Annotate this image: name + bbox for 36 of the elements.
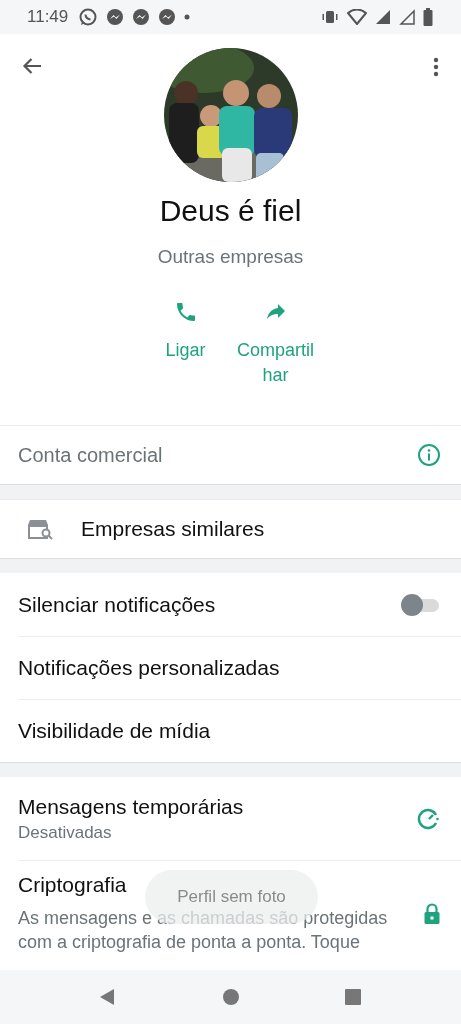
back-icon[interactable] [22, 57, 42, 75]
disappearing-messages-row[interactable]: Mensagens temporárias Desativadas [0, 777, 461, 860]
similar-businesses-label: Empresas similares [81, 517, 265, 541]
home-nav-icon[interactable] [221, 988, 240, 1006]
lock-icon [423, 902, 441, 925]
store-search-icon [27, 518, 53, 540]
disappearing-messages-title: Mensagens temporárias [18, 794, 244, 819]
settings-item[interactable]: Notificações personalizadas [18, 636, 461, 699]
mute-switch[interactable] [401, 593, 441, 616]
business-category: Outras empresas [157, 246, 304, 268]
messenger-icon [132, 8, 151, 26]
battery-icon [423, 8, 433, 26]
contact-name: Deus é fiel [159, 194, 302, 228]
vibrate-icon [321, 10, 339, 24]
back-nav-icon[interactable] [98, 988, 116, 1006]
signal-icon [375, 9, 391, 25]
info-icon[interactable] [417, 443, 441, 467]
business-account-label: Conta comercial [18, 443, 163, 467]
more-options-icon[interactable] [433, 57, 439, 77]
settings-label: Visibilidade de mídia [18, 719, 211, 743]
whatsapp-icon [78, 7, 99, 27]
timer-icon [417, 806, 441, 831]
settings-label: Silenciar notificações [18, 592, 216, 617]
similar-businesses-row[interactable]: Empresas similares [0, 499, 461, 559]
wifi-icon [347, 9, 367, 25]
status-time: 11:49 [27, 7, 69, 27]
business-account-row[interactable]: Conta comercial [0, 425, 461, 485]
settings-item[interactable]: Visibilidade de mídia [18, 699, 461, 762]
signal-icon [399, 9, 415, 25]
messenger-icon [106, 8, 125, 26]
settings-item[interactable]: Silenciar notificações [0, 573, 461, 636]
encryption-title: Criptografia [18, 873, 127, 897]
messenger-icon [158, 8, 177, 26]
disappearing-messages-status: Desativadas [18, 822, 112, 843]
settings-label: Notificações personalizadas [18, 656, 280, 680]
dot-icon [184, 14, 191, 20]
